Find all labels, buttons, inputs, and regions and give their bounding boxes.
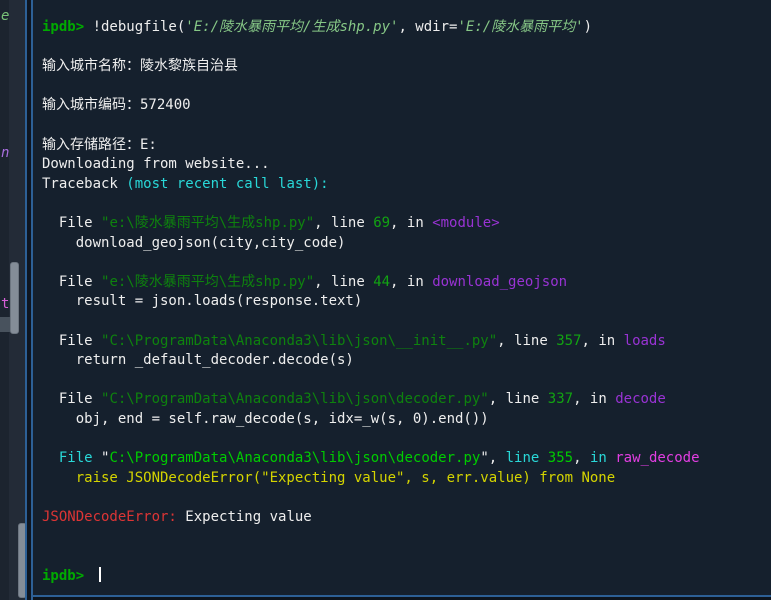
console-text-segment: Expecting value bbox=[185, 509, 311, 525]
console-line bbox=[42, 77, 767, 97]
console-line bbox=[42, 371, 767, 391]
console-text-segment: result = json.loads(response.text) bbox=[42, 293, 362, 309]
console-text-segment: 输入存储路径：E: bbox=[42, 137, 157, 153]
console-line: 输入存储路径：E: bbox=[42, 136, 767, 156]
console-text-segment: , in bbox=[581, 333, 623, 349]
console-line: return _default_decoder.decode(s) bbox=[42, 351, 767, 371]
console-line: ipdb> !debugfile('E:/陵水暴雨平均/生成shp.py', w… bbox=[42, 18, 767, 38]
background-letter: t bbox=[1, 295, 9, 313]
background-window-fragment bbox=[0, 317, 10, 332]
console-text-segment: raise JSONDecodeError("Expecting value",… bbox=[42, 470, 615, 486]
console-text-segment: File bbox=[42, 274, 101, 290]
background-letter: e bbox=[1, 7, 9, 25]
console-text-segment: C:\ProgramData\Anaconda3\lib\json\decode… bbox=[109, 450, 480, 466]
console-line bbox=[42, 38, 767, 58]
console-line: result = json.loads(response.text) bbox=[42, 292, 767, 312]
console-text-segment: JSONDecodeError: bbox=[42, 509, 185, 525]
console-text-segment: Traceback bbox=[42, 176, 126, 192]
console-text-segment: download_geojson bbox=[432, 274, 567, 290]
console-line: File "C:\ProgramData\Anaconda3\lib\json\… bbox=[42, 332, 767, 352]
console-text-segment: 输入城市名称：陵水黎族自治县 bbox=[42, 58, 238, 74]
console-output: ipdb> !debugfile('E:/陵水暴雨平均/生成shp.py', w… bbox=[42, 18, 767, 586]
background-editor-sliver: e n t bbox=[0, 0, 25, 600]
console-line: ipdb> bbox=[42, 567, 767, 587]
console-text-segment: Downloading from website... bbox=[42, 156, 270, 172]
console-line bbox=[42, 253, 767, 273]
console-line: download_geojson(city,city_code) bbox=[42, 234, 767, 254]
console-text-segment: (most recent call last): bbox=[126, 176, 328, 192]
console-text-segment: , line bbox=[314, 215, 373, 231]
console-text-segment: !debugfile( bbox=[93, 19, 186, 35]
text-cursor bbox=[99, 567, 101, 582]
console-line bbox=[42, 527, 767, 547]
console-line: Downloading from website... bbox=[42, 155, 767, 175]
ipdb-prompt: ipdb> bbox=[42, 19, 93, 35]
console-text-segment: loads bbox=[624, 333, 666, 349]
console-line: File "e:\陵水暴雨平均\生成shp.py", line 69, in <… bbox=[42, 214, 767, 234]
console-line: obj, end = self.raw_decode(s, idx=_w(s, … bbox=[42, 410, 767, 430]
console-line: 输入城市名称：陵水黎族自治县 bbox=[42, 57, 767, 77]
console-line bbox=[42, 429, 767, 449]
background-letter: n bbox=[1, 144, 9, 162]
pane-border-left-outer bbox=[25, 0, 27, 600]
console-line: File "C:\ProgramData\Anaconda3\lib\json\… bbox=[42, 449, 767, 469]
console-line bbox=[42, 312, 767, 332]
console-line: File "C:\ProgramData\Anaconda3\lib\json\… bbox=[42, 390, 767, 410]
console-text-segment: 'E:/陵水暴雨平均' bbox=[457, 19, 583, 35]
console-text-segment: 355 bbox=[548, 450, 573, 466]
console-text-segment: 'E:/陵水暴雨平均/生成shp.py' bbox=[185, 19, 398, 35]
console-text-segment: 337 bbox=[548, 391, 573, 407]
console-text-segment: , line bbox=[314, 274, 373, 290]
console-text-segment: 输入城市编码：572400 bbox=[42, 97, 191, 113]
console-line: JSONDecodeError: Expecting value bbox=[42, 508, 767, 528]
console-text-segment: , wdir= bbox=[398, 19, 457, 35]
scrollbar-thumb[interactable] bbox=[10, 262, 19, 334]
console-text-segment: <module> bbox=[432, 215, 499, 231]
console-text-segment: File bbox=[42, 333, 101, 349]
console-text-segment: 69 bbox=[373, 215, 390, 231]
console-text-segment: ) bbox=[584, 19, 592, 35]
console-text-segment: , in bbox=[390, 274, 432, 290]
console-text-segment: "C:\ProgramData\Anaconda3\lib\json\decod… bbox=[101, 391, 489, 407]
console-text-segment: File bbox=[42, 450, 101, 466]
console-text-segment: File bbox=[42, 215, 101, 231]
console-text-segment: line bbox=[506, 450, 548, 466]
console-line: raise JSONDecodeError("Expecting value",… bbox=[42, 469, 767, 489]
console-text-segment: , line bbox=[497, 333, 556, 349]
console-text-segment: obj, end = self.raw_decode(s, idx=_w(s, … bbox=[42, 411, 489, 427]
console-line bbox=[42, 194, 767, 214]
console-line: Traceback (most recent call last): bbox=[42, 175, 767, 195]
console-text-segment: in bbox=[590, 450, 615, 466]
console-text-segment: , bbox=[573, 450, 590, 466]
console-text-segment: "e:\陵水暴雨平均\生成shp.py" bbox=[101, 215, 314, 231]
console-text-segment: , in bbox=[573, 391, 615, 407]
console-text-segment: File bbox=[42, 391, 101, 407]
console-line: File "e:\陵水暴雨平均\生成shp.py", line 44, in d… bbox=[42, 273, 767, 293]
console-line: 输入城市编码：572400 bbox=[42, 96, 767, 116]
console-text-segment: 357 bbox=[556, 333, 581, 349]
spyder-window: e n t ipdb> !debugfile('E:/陵水暴雨平均/生成shp.py… bbox=[0, 0, 771, 600]
console-text-segment: "C:\ProgramData\Anaconda3\lib\json\__ini… bbox=[101, 333, 497, 349]
console-text-segment: raw_decode bbox=[615, 450, 699, 466]
console-text-segment: decode bbox=[615, 391, 666, 407]
console-text-segment: download_geojson(city,city_code) bbox=[42, 235, 345, 251]
console-text-segment: "e:\陵水暴雨平均\生成shp.py" bbox=[101, 274, 314, 290]
console-text-segment: return _default_decoder.decode(s) bbox=[42, 352, 354, 368]
console-line bbox=[42, 116, 767, 136]
console-text-segment: , in bbox=[390, 215, 432, 231]
pane-border-bottom bbox=[31, 595, 771, 597]
console-text-segment: 44 bbox=[373, 274, 390, 290]
ipdb-prompt: ipdb> bbox=[42, 568, 93, 584]
ipython-console[interactable]: ipdb> !debugfile('E:/陵水暴雨平均/生成shp.py', w… bbox=[33, 0, 771, 595]
console-line bbox=[42, 547, 767, 567]
console-text-segment: , line bbox=[489, 391, 548, 407]
console-line bbox=[42, 488, 767, 508]
console-text-segment: ", bbox=[480, 450, 505, 466]
